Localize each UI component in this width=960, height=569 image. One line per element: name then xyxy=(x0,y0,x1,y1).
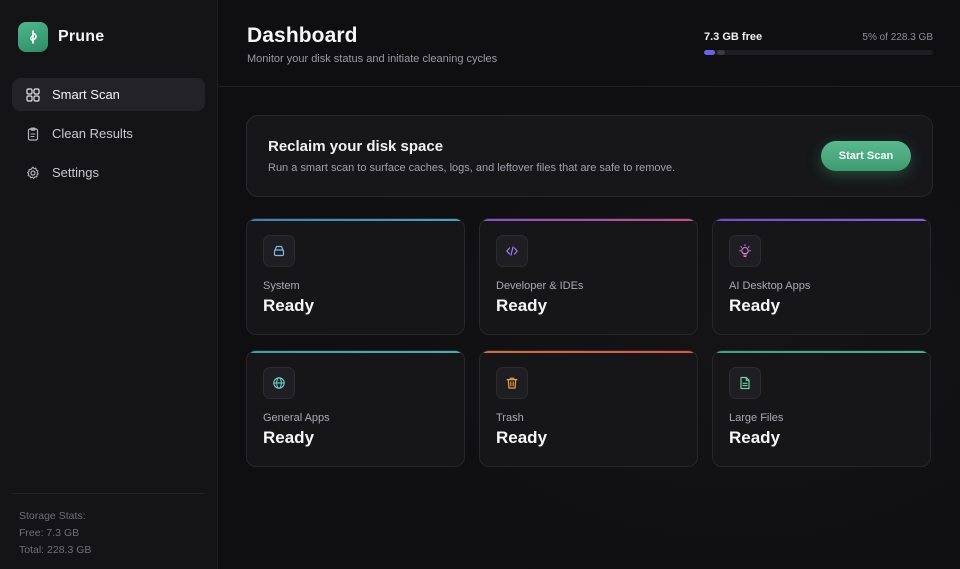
sidebar-nav: Smart Scan Clean Results Settings xyxy=(12,78,205,189)
prune-logo-icon xyxy=(18,22,48,52)
clipboard-icon xyxy=(25,126,40,141)
card-accent-bar xyxy=(480,219,697,221)
card-accent-bar xyxy=(247,219,464,221)
category-grid: System Ready Developer & IDEs Ready AI D… xyxy=(246,218,933,467)
category-status: Ready xyxy=(263,428,315,447)
grid-icon xyxy=(25,87,40,102)
sidebar-item-label: Settings xyxy=(52,165,99,180)
disk-usage-bar xyxy=(704,50,933,55)
disk-usage-fill-tail xyxy=(717,50,726,55)
dashboard-content: Reclaim your disk space Run a smart scan… xyxy=(218,87,960,467)
category-label: Large Files xyxy=(729,412,784,424)
globe-icon xyxy=(263,367,295,399)
sidebar: Prune Smart Scan Clean Results Settings … xyxy=(0,0,218,569)
disk-usage-label: 5% of 228.3 GB xyxy=(862,32,933,43)
card-accent-bar xyxy=(480,351,697,353)
sidebar-item-smart-scan[interactable]: Smart Scan xyxy=(12,78,205,111)
category-card-general-apps[interactable]: General Apps Ready xyxy=(246,350,465,467)
app-window: Prune Smart Scan Clean Results Settings … xyxy=(0,0,960,569)
category-label: Developer & IDEs xyxy=(496,280,584,292)
category-label: AI Desktop Apps xyxy=(729,280,811,292)
reclaim-panel: Reclaim your disk space Run a smart scan… xyxy=(246,115,933,197)
disk-usage: 7.3 GB free 5% of 228.3 GB xyxy=(704,31,933,55)
start-scan-button[interactable]: Start Scan xyxy=(821,141,911,171)
disk-usage-fill xyxy=(704,50,716,55)
sidebar-item-label: Smart Scan xyxy=(52,87,120,102)
storage-stats: Storage Stats: Free: 7.3 GB Total: 228.3… xyxy=(12,493,205,559)
card-accent-bar xyxy=(713,351,930,353)
category-status: Ready xyxy=(496,296,548,315)
storage-free: Free: 7.3 GB xyxy=(19,527,80,539)
category-card-system[interactable]: System Ready xyxy=(246,218,465,335)
sidebar-item-settings[interactable]: Settings xyxy=(12,156,205,189)
category-card-trash[interactable]: Trash Ready xyxy=(479,350,698,467)
main-content: Dashboard Monitor your disk status and i… xyxy=(218,0,960,569)
app-name: Prune xyxy=(58,28,105,45)
storage-total: Total: 228.3 GB xyxy=(19,544,92,556)
category-status: Ready xyxy=(729,428,781,447)
code-icon xyxy=(496,235,528,267)
category-label: System xyxy=(263,280,300,292)
category-card-ai-desktop-apps[interactable]: AI Desktop Apps Ready xyxy=(712,218,931,335)
category-label: Trash xyxy=(496,412,524,424)
category-label: General Apps xyxy=(263,412,330,424)
category-status: Ready xyxy=(496,428,548,447)
reclaim-description: Run a smart scan to surface caches, logs… xyxy=(268,162,676,174)
file-icon xyxy=(729,367,761,399)
disk-free-label: 7.3 GB free xyxy=(704,31,763,43)
category-card-developer[interactable]: Developer & IDEs Ready xyxy=(479,218,698,335)
drive-icon xyxy=(263,235,295,267)
card-accent-bar xyxy=(713,219,930,221)
storage-stats-title: Storage Stats: xyxy=(19,510,86,522)
brand: Prune xyxy=(12,20,205,54)
category-status: Ready xyxy=(729,296,781,315)
reclaim-title: Reclaim your disk space xyxy=(268,138,444,155)
trash-icon xyxy=(496,367,528,399)
lightbulb-icon xyxy=(729,235,761,267)
category-status: Ready xyxy=(263,296,315,315)
sidebar-item-clean-results[interactable]: Clean Results xyxy=(12,117,205,150)
sidebar-item-label: Clean Results xyxy=(52,126,133,141)
page-header: Dashboard Monitor your disk status and i… xyxy=(218,0,960,87)
gear-icon xyxy=(25,165,40,180)
category-card-large-files[interactable]: Large Files Ready xyxy=(712,350,931,467)
card-accent-bar xyxy=(247,351,464,353)
